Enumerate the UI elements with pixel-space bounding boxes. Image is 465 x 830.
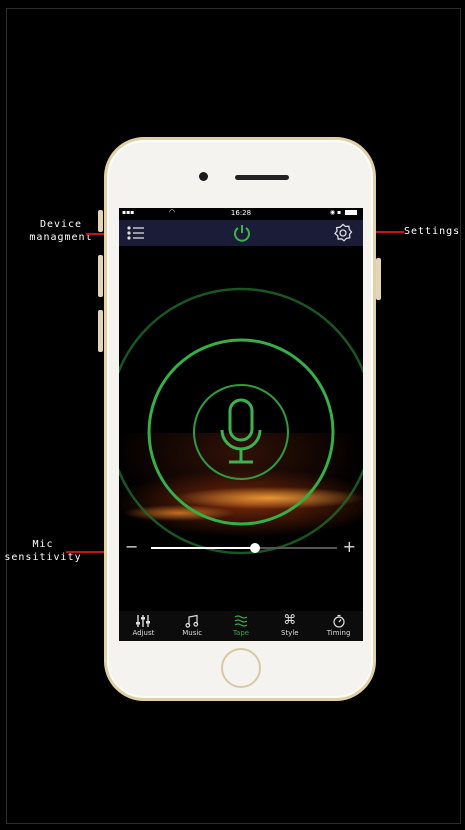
battery-icon: ◉ ▪ — [330, 209, 357, 216]
mic-sensitivity-slider: − + — [119, 538, 363, 558]
timer-icon — [332, 614, 345, 628]
tab-tape[interactable]: Tape — [217, 611, 266, 641]
tab-label: Adjust — [132, 629, 155, 637]
phone-frame: ▪▪▪ ◠ 16:28 ◉ ▪ − + Adjust Music Tape ⌘ … — [104, 137, 376, 701]
power-side-button — [376, 258, 381, 300]
slider-fill — [151, 547, 256, 549]
tab-label: Timing — [326, 629, 351, 637]
tab-label: Music — [182, 629, 203, 637]
volume-up-button — [98, 255, 103, 297]
app-screen: ▪▪▪ ◠ 16:28 ◉ ▪ − + Adjust Music Tape ⌘ … — [119, 208, 363, 641]
tab-label: Style — [280, 629, 299, 637]
gear-icon[interactable] — [333, 223, 353, 243]
sliders-icon — [136, 615, 151, 627]
tape-wave-icon — [234, 615, 248, 627]
tab-style[interactable]: ⌘ Style — [265, 611, 314, 641]
device-management-callout: Device managment — [26, 218, 96, 244]
music-note-icon — [185, 614, 199, 628]
status-bar: ▪▪▪ ◠ 16:28 ◉ ▪ — [119, 208, 363, 220]
power-icon[interactable] — [232, 223, 252, 243]
sensitivity-decrease-button[interactable]: − — [125, 538, 138, 556]
mic-sensitivity-callout-line2: sensitivity — [4, 552, 82, 563]
volume-down-button — [98, 310, 103, 352]
microphone-icon[interactable] — [220, 398, 262, 464]
status-time: 16:28 — [230, 209, 252, 217]
slider-track[interactable] — [151, 543, 337, 553]
outer-ring — [119, 287, 363, 555]
bottom-tab-bar: Adjust Music Tape ⌘ Style Timing — [119, 611, 363, 641]
command-icon: ⌘ — [283, 613, 297, 628]
sensitivity-increase-button[interactable]: + — [343, 538, 356, 556]
tab-timing[interactable]: Timing — [314, 611, 363, 641]
tab-adjust[interactable]: Adjust — [119, 611, 168, 641]
tab-label: Tape — [232, 629, 250, 637]
top-nav-bar — [119, 220, 363, 246]
slider-thumb[interactable] — [250, 543, 261, 553]
tab-music[interactable]: Music — [168, 611, 217, 641]
mute-switch — [98, 210, 103, 232]
earpiece-speaker — [235, 175, 289, 180]
device-management-callout-line1: Device — [39, 219, 83, 230]
mic-sensitivity-callout-line1: Mic — [32, 539, 54, 550]
front-camera — [199, 172, 208, 181]
settings-callout: Settings — [404, 226, 461, 237]
home-button[interactable] — [221, 648, 261, 688]
device-management-callout-line2: managment — [29, 232, 93, 243]
sound-rings — [119, 287, 363, 555]
middle-ring — [147, 338, 335, 526]
device-list-icon[interactable] — [127, 225, 145, 241]
